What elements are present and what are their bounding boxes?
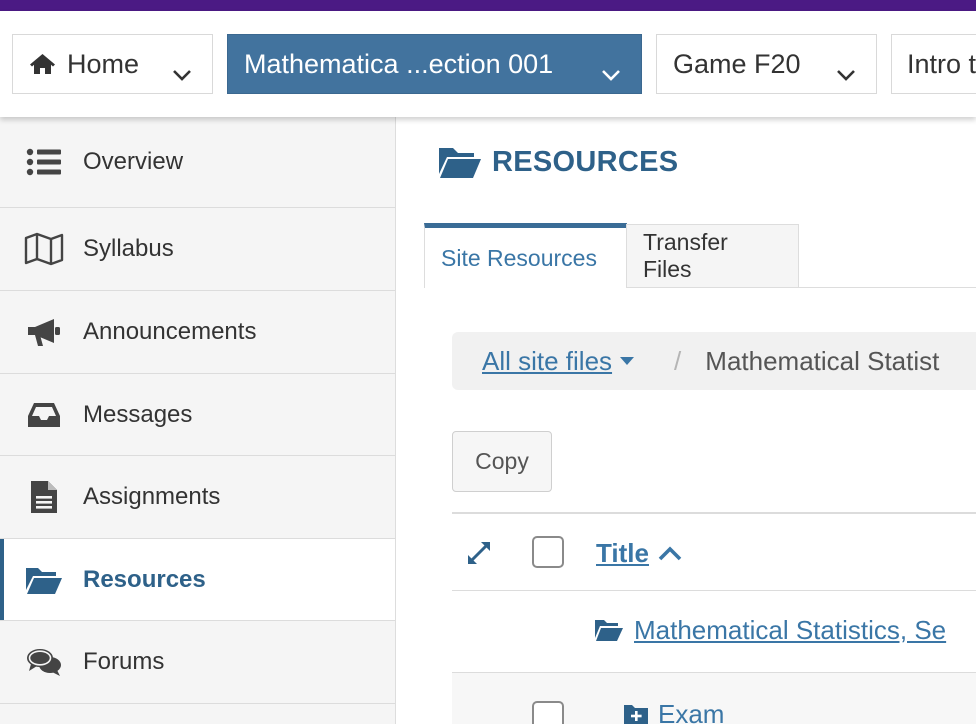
select-all-checkbox[interactable] bbox=[532, 536, 564, 568]
sidebar-item-label: Overview bbox=[83, 148, 184, 175]
title-header-label: Title bbox=[596, 538, 649, 568]
folder-plus-icon[interactable] bbox=[623, 703, 649, 724]
breadcrumb-current: Mathematical Statist bbox=[705, 345, 940, 376]
site-tab-label: Mathematica ...ection 001 bbox=[244, 48, 554, 79]
tab-transfer-files[interactable]: Transfer Files bbox=[626, 224, 799, 287]
site-tab-label: Game F20 bbox=[673, 48, 801, 79]
title-sort-header[interactable]: Title bbox=[596, 538, 683, 569]
sidebar-item-announcements[interactable]: Announcements bbox=[0, 291, 395, 374]
site-tab-mathematical-statistics[interactable]: Mathematica ...ection 001 bbox=[227, 34, 642, 94]
sidebar-item-label: Resources bbox=[83, 565, 206, 593]
breadcrumb-root-label: All site files bbox=[482, 345, 613, 376]
sidebar-item-syllabus[interactable]: Syllabus bbox=[0, 208, 395, 291]
list-icon bbox=[24, 142, 64, 182]
chevron-down-icon[interactable] bbox=[836, 57, 856, 88]
sidebar-item-next[interactable] bbox=[0, 704, 395, 724]
folder-open-icon bbox=[438, 145, 482, 179]
sidebar-item-messages[interactable]: Messages bbox=[0, 374, 395, 456]
site-tab-home[interactable]: Home bbox=[12, 34, 213, 94]
file-text-icon bbox=[24, 477, 64, 517]
site-tab-label: Home bbox=[67, 48, 140, 79]
sidebar-item-resources[interactable]: Resources bbox=[0, 539, 395, 621]
top-brand-strip bbox=[0, 0, 976, 11]
breadcrumb-separator: / bbox=[674, 345, 682, 376]
tool-sidebar: Overview Syllabus Announcements Messages… bbox=[0, 117, 396, 724]
comments-icon bbox=[24, 642, 64, 682]
copy-button[interactable]: Copy bbox=[452, 431, 552, 492]
row-checkbox[interactable] bbox=[532, 701, 564, 724]
expand-icon[interactable] bbox=[466, 540, 492, 571]
sidebar-item-label: Announcements bbox=[83, 318, 257, 345]
site-tab-label: Intro t bbox=[907, 48, 976, 79]
inbox-icon bbox=[24, 395, 64, 435]
main-content: RESOURCES Site Resources Transfer Files … bbox=[396, 117, 976, 724]
breadcrumb-all-site-files[interactable]: All site files bbox=[482, 345, 635, 377]
table-header: Title bbox=[452, 512, 976, 591]
chevron-up-icon bbox=[657, 545, 683, 562]
chevron-down-icon[interactable] bbox=[601, 57, 621, 88]
sidebar-item-assignments[interactable]: Assignments bbox=[0, 456, 395, 539]
site-navigation-bar: Home Mathematica ...ection 001 Game F20 … bbox=[0, 11, 976, 117]
sidebar-item-label: Messages bbox=[83, 400, 193, 428]
chevron-down-icon[interactable] bbox=[172, 57, 192, 88]
folder-link[interactable]: Mathematical Statistics, Se bbox=[634, 615, 946, 646]
tab-label: Transfer Files bbox=[643, 229, 728, 282]
home-icon bbox=[29, 53, 56, 75]
table-row: Exam bbox=[452, 673, 976, 724]
site-tab-game-f20[interactable]: Game F20 bbox=[656, 34, 877, 94]
folder-open-icon bbox=[24, 560, 64, 600]
sidebar-item-label: Forums bbox=[83, 648, 165, 675]
tab-label: Site Resources bbox=[441, 244, 597, 271]
breadcrumb: All site files / Mathematical Statist bbox=[452, 332, 976, 390]
sidebar-item-forums[interactable]: Forums bbox=[0, 621, 395, 704]
folder-open-icon bbox=[594, 618, 624, 647]
bullhorn-icon bbox=[24, 312, 64, 352]
folder-link[interactable]: Exam bbox=[658, 699, 724, 724]
site-tab-intro[interactable]: Intro t bbox=[891, 34, 976, 94]
table-row: Mathematical Statistics, Se bbox=[452, 591, 976, 673]
map-icon bbox=[24, 229, 64, 269]
caret-down-icon[interactable] bbox=[620, 357, 635, 365]
page-title-text: RESOURCES bbox=[492, 145, 679, 178]
tab-site-resources[interactable]: Site Resources bbox=[424, 223, 627, 288]
page-title: RESOURCES bbox=[438, 145, 678, 179]
sidebar-item-label: Assignments bbox=[83, 483, 221, 510]
sidebar-item-overview[interactable]: Overview bbox=[0, 117, 395, 208]
sidebar-item-label: Syllabus bbox=[83, 235, 174, 262]
